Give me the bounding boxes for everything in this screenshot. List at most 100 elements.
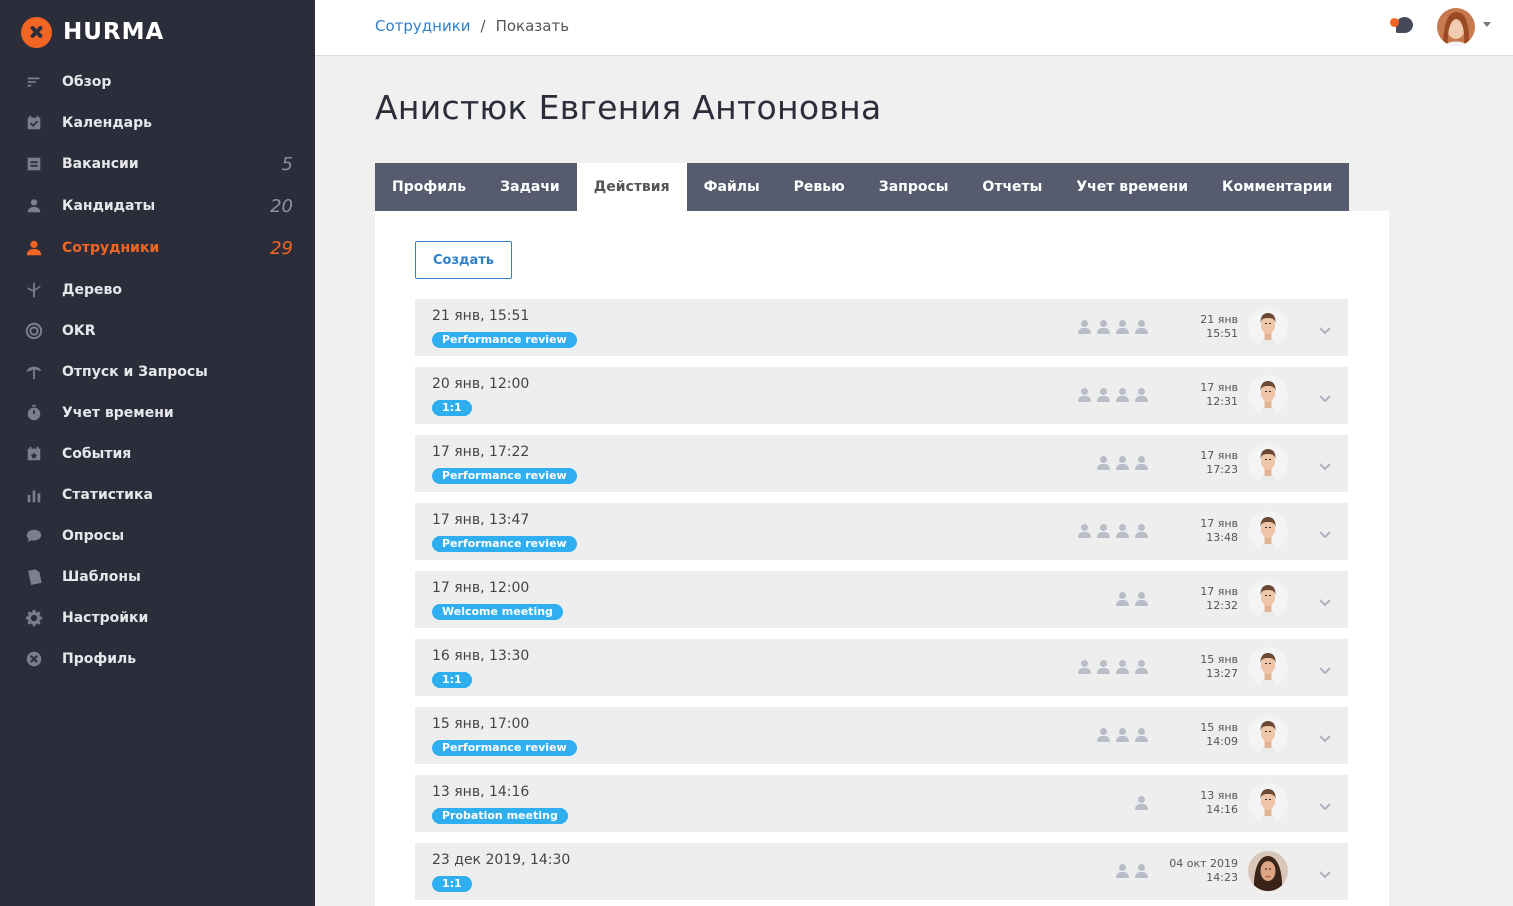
actions-panel: Создать 21 янв, 15:51 Performance review 2… — [375, 211, 1389, 906]
tab-2[interactable]: Действия — [576, 163, 687, 211]
participant-icon — [1116, 728, 1129, 742]
participant-icon — [1078, 524, 1091, 538]
sidebar-item-vacation[interactable]: Отпуск и Запросы — [0, 352, 315, 392]
sidebar-item-polls[interactable]: Опросы — [0, 516, 315, 556]
participant-icon — [1116, 388, 1129, 402]
participant-icon — [1135, 796, 1148, 810]
sidebar-item-templates[interactable]: Шаблоны — [0, 557, 315, 597]
events-icon — [24, 444, 44, 464]
sidebar-item-label: Кандидаты — [62, 198, 156, 214]
chevron-down-icon[interactable] — [1318, 729, 1332, 743]
participant-icon — [1135, 388, 1148, 402]
tab-0[interactable]: Профиль — [375, 163, 483, 211]
sidebar-item-overview[interactable]: Обзор — [0, 62, 315, 102]
created-date: 13 янв — [1200, 789, 1238, 802]
tab-6[interactable]: Отчеты — [965, 163, 1059, 211]
user-avatar[interactable] — [1437, 8, 1475, 46]
sidebar-item-profile[interactable]: Профиль — [0, 639, 315, 679]
action-row[interactable]: 17 янв, 12:00 Welcome meeting 17 янв 12:32 — [415, 571, 1348, 628]
author-avatar — [1248, 851, 1288, 891]
action-row[interactable]: 17 янв, 17:22 Performance review 17 янв 17:… — [415, 435, 1348, 492]
sidebar-item-statistics[interactable]: Статистика — [0, 475, 315, 515]
created-time: 15:51 — [1206, 327, 1238, 340]
user-menu-caret-icon[interactable] — [1483, 22, 1491, 27]
action-row[interactable]: 17 янв, 13:47 Performance review 17 янв 13:… — [415, 503, 1348, 560]
sidebar-item-vacancies[interactable]: Вакансии 5 — [0, 144, 315, 184]
action-datetime: 23 дек 2019, 14:30 — [432, 852, 571, 868]
vacation-icon — [24, 362, 44, 382]
action-row[interactable]: 21 янв, 15:51 Performance review 21 янв 15:… — [415, 299, 1348, 356]
action-row[interactable]: 13 янв, 14:16 Probation meeting 13 янв 14:1… — [415, 775, 1348, 832]
created-at: 13 янв 14:16 — [1200, 789, 1238, 817]
chevron-down-icon[interactable] — [1318, 525, 1332, 539]
participants — [1078, 388, 1148, 402]
sidebar-item-label: Шаблоны — [62, 569, 141, 585]
participants — [1097, 456, 1148, 470]
sidebar-item-gear[interactable]: Настройки — [0, 598, 315, 638]
sidebar-item-label: Вакансии — [62, 156, 139, 172]
okr-icon — [24, 321, 44, 341]
vacancies-icon — [24, 154, 44, 174]
created-time: 14:09 — [1206, 735, 1238, 748]
participant-icon — [1135, 864, 1148, 878]
chevron-down-icon[interactable] — [1318, 593, 1332, 607]
tab-4[interactable]: Ревью — [777, 163, 862, 211]
chevron-down-icon[interactable] — [1318, 389, 1332, 403]
sidebar-item-label: Настройки — [62, 610, 149, 626]
created-time: 14:23 — [1206, 871, 1238, 884]
chevron-down-icon[interactable] — [1318, 457, 1332, 471]
created-date: 04 окт 2019 — [1169, 857, 1238, 870]
breadcrumb-employees-link[interactable]: Сотрудники — [375, 17, 471, 35]
sidebar-item-label: Статистика — [62, 487, 153, 503]
hurma-logo-icon — [21, 16, 52, 48]
action-datetime: 21 янв, 15:51 — [432, 308, 530, 324]
sidebar-item-candidates[interactable]: Кандидаты 20 — [0, 186, 315, 226]
chevron-down-icon[interactable] — [1318, 661, 1332, 675]
tab-1[interactable]: Задачи — [483, 163, 577, 211]
sidebar-item-tree[interactable]: Дерево — [0, 270, 315, 310]
participant-icon — [1097, 456, 1110, 470]
action-type-badge: Performance review — [432, 468, 577, 484]
sidebar-item-events[interactable]: События — [0, 434, 315, 474]
action-row[interactable]: 15 янв, 17:00 Performance review 15 янв 14:… — [415, 707, 1348, 764]
participants — [1116, 592, 1148, 606]
participants — [1078, 660, 1148, 674]
action-type-badge: Performance review — [432, 536, 577, 552]
participant-icon — [1078, 388, 1091, 402]
created-time: 17:23 — [1206, 463, 1238, 476]
sidebar-item-label: Обзор — [62, 74, 112, 90]
sidebar-item-calendar[interactable]: Календарь — [0, 103, 315, 143]
employees-icon — [24, 238, 44, 258]
created-time: 13:27 — [1206, 667, 1238, 680]
action-datetime: 20 янв, 12:00 — [432, 376, 530, 392]
participants — [1116, 864, 1148, 878]
tab-7[interactable]: Учет времени — [1059, 163, 1205, 211]
sidebar-item-label: Опросы — [62, 528, 125, 544]
tab-3[interactable]: Файлы — [687, 163, 777, 211]
author-avatar — [1248, 511, 1288, 551]
tab-5[interactable]: Запросы — [862, 163, 966, 211]
chevron-down-icon[interactable] — [1318, 865, 1332, 879]
tab-8[interactable]: Комментарии — [1205, 163, 1349, 211]
action-row[interactable]: 23 дек 2019, 14:30 1:1 04 окт 2019 14:23 — [415, 843, 1348, 900]
statistics-icon — [24, 485, 44, 505]
participants — [1135, 796, 1148, 810]
create-button[interactable]: Создать — [415, 241, 512, 279]
participant-icon — [1116, 524, 1129, 538]
logo[interactable]: HURMA — [21, 16, 164, 48]
sidebar-item-okr[interactable]: OKR — [0, 311, 315, 351]
created-at: 17 янв 12:31 — [1200, 381, 1238, 409]
created-date: 17 янв — [1200, 517, 1238, 530]
created-date: 17 янв — [1200, 449, 1238, 462]
action-type-badge: 1:1 — [432, 400, 472, 416]
notifications-icon[interactable] — [1390, 14, 1414, 38]
chevron-down-icon[interactable] — [1318, 321, 1332, 335]
action-row[interactable]: 16 янв, 13:30 1:1 15 янв 13:27 — [415, 639, 1348, 696]
action-row[interactable]: 20 янв, 12:00 1:1 17 янв 12:31 — [415, 367, 1348, 424]
chevron-down-icon[interactable] — [1318, 797, 1332, 811]
sidebar-item-employees[interactable]: Сотрудники 29 — [0, 228, 315, 268]
action-datetime: 16 янв, 13:30 — [432, 648, 530, 664]
logo-text: HURMA — [63, 19, 165, 45]
sidebar-item-timer[interactable]: Учет времени — [0, 393, 315, 433]
created-at: 04 окт 2019 14:23 — [1169, 857, 1238, 885]
